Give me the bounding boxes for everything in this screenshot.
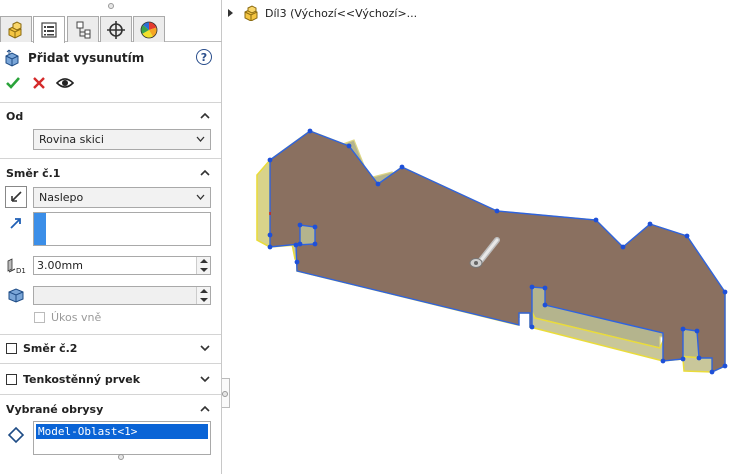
divider xyxy=(0,158,221,159)
from-select-value: Rovina skici xyxy=(39,133,104,146)
end-condition-value: Naslepo xyxy=(39,191,84,204)
from-select[interactable]: Rovina skici xyxy=(33,129,211,150)
section-direction2-header[interactable]: Směr č.2 xyxy=(6,340,216,356)
svg-text:D1: D1 xyxy=(16,267,26,275)
draft-outward-option[interactable]: Úkos vně xyxy=(34,311,101,324)
checkmark-icon xyxy=(6,77,20,89)
draft-icon-wrap xyxy=(5,284,27,306)
property-manager-tab[interactable] xyxy=(33,16,65,43)
draft-icon xyxy=(8,288,24,303)
section-from-label: Od xyxy=(6,109,24,123)
extrude-boss-icon xyxy=(5,49,19,67)
part-icon xyxy=(244,5,258,21)
panel-grip-top[interactable] xyxy=(108,3,114,9)
contour-icon-wrap xyxy=(5,424,27,446)
chevron-up-icon xyxy=(200,405,210,412)
preview-button[interactable] xyxy=(56,74,74,92)
divider xyxy=(0,102,221,103)
direction-vector-icon-wrap xyxy=(5,212,27,234)
property-list-icon xyxy=(41,22,57,38)
end-condition-select[interactable]: Naslepo xyxy=(33,187,211,208)
depth-input[interactable]: 3.00mm xyxy=(33,256,211,275)
chevron-down-icon xyxy=(196,194,205,200)
direction-arrow-icon xyxy=(10,218,21,229)
direction-selection-box[interactable] xyxy=(33,212,211,246)
depth-icon: D1 xyxy=(7,258,26,275)
section-from-header[interactable]: Od xyxy=(6,108,216,124)
chevron-up-icon xyxy=(200,112,210,119)
reverse-direction-button[interactable] xyxy=(5,186,27,208)
section-direction1-header[interactable]: Směr č.1 xyxy=(6,165,216,181)
feature-manager-tab[interactable] xyxy=(0,16,32,42)
list-item[interactable]: Model-Oblast<1> xyxy=(36,424,208,439)
depth-icon-wrap: D1 xyxy=(5,255,27,277)
draft-outward-label: Úkos vně xyxy=(51,311,102,324)
divider xyxy=(0,334,221,335)
section-contours-header[interactable]: Vybrané obrysy xyxy=(6,401,216,417)
flyout-feature-tree: Díl3 (Výchozí<<Výchozí>... xyxy=(228,4,417,22)
ok-button[interactable] xyxy=(4,74,22,92)
page-title: Přidat vysunutím xyxy=(28,51,145,65)
property-manager-header: Přidat vysunutím ? xyxy=(4,47,218,69)
chevron-down-icon xyxy=(200,345,210,352)
draft-angle-input[interactable] xyxy=(33,286,211,305)
depth-value: 3.00mm xyxy=(37,259,83,272)
reverse-direction-icon xyxy=(11,191,22,202)
eye-icon xyxy=(56,78,74,88)
display-manager-tab[interactable] xyxy=(133,16,165,42)
chevron-down-icon xyxy=(196,136,205,142)
section-thin-header[interactable]: Tenkostěnný prvek xyxy=(6,371,216,387)
direction2-checkbox[interactable] xyxy=(6,342,17,354)
property-manager-panel: Přidat vysunutím ? Od Rovina skici Směr … xyxy=(0,0,222,474)
contour-diamond-icon xyxy=(7,426,25,444)
graphics-viewport[interactable] xyxy=(230,24,750,474)
draft-angle-spinner[interactable] xyxy=(196,287,210,304)
panel-splitter[interactable] xyxy=(222,378,230,408)
draft-outward-checkbox[interactable] xyxy=(34,312,45,323)
cancel-button[interactable] xyxy=(30,74,48,92)
selected-contours-list[interactable]: Model-Oblast<1> xyxy=(33,421,211,455)
section-contours-label: Vybrané obrysy xyxy=(6,402,104,416)
section-direction2-label: Směr č.2 xyxy=(23,341,78,355)
section-thin-label: Tenkostěnný prvek xyxy=(23,372,141,386)
splitter-grip[interactable] xyxy=(222,391,228,397)
manager-tabs xyxy=(0,14,222,43)
action-buttons xyxy=(4,73,74,93)
divider xyxy=(0,363,221,364)
dimxpert-tab[interactable] xyxy=(100,16,132,42)
section-direction1-label: Směr č.1 xyxy=(6,166,61,180)
selection-focus-bar xyxy=(34,213,46,245)
part-icon xyxy=(8,20,22,39)
expand-arrow-icon[interactable] xyxy=(228,9,233,17)
configuration-icon xyxy=(76,21,91,38)
close-icon xyxy=(33,77,45,89)
help-button[interactable]: ? xyxy=(196,49,212,65)
chevron-up-icon xyxy=(200,169,210,176)
tree-part-label[interactable]: Díl3 (Výchozí<<Výchozí>... xyxy=(265,7,417,20)
configuration-manager-tab[interactable] xyxy=(67,16,99,42)
chevron-down-icon xyxy=(200,376,210,383)
color-wheel-icon xyxy=(140,21,158,38)
thin-feature-checkbox[interactable] xyxy=(6,373,17,385)
depth-spinner[interactable] xyxy=(196,257,210,274)
divider xyxy=(0,394,221,395)
panel-grip-bottom[interactable] xyxy=(118,454,124,460)
crosshair-icon xyxy=(107,20,125,39)
